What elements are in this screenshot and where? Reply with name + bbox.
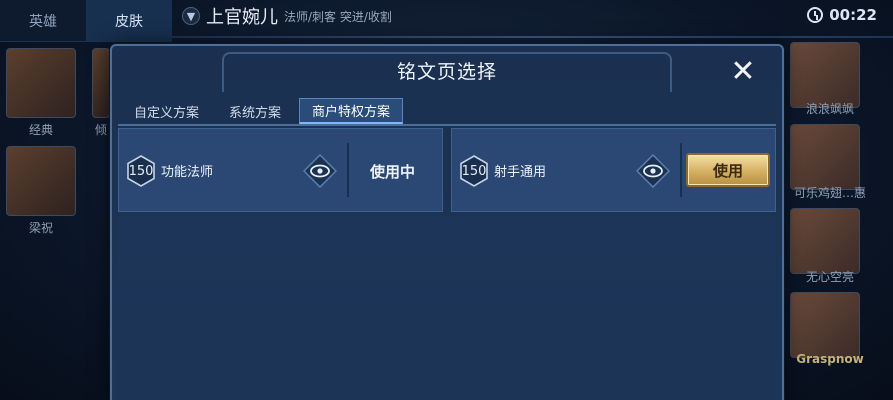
inscription-page-card[interactable]: 150 功能法师 使用中	[118, 128, 443, 212]
in-use-status: 使用中	[370, 163, 416, 181]
dialog-body	[118, 216, 776, 400]
tab-system-plans[interactable]: 系统方案	[217, 98, 293, 124]
skin-thumb[interactable]	[790, 208, 860, 274]
tab-merchant-plans[interactable]: 商户特权方案	[299, 98, 404, 124]
page-name: 功能法师	[161, 165, 214, 180]
skin-label: Graspnow	[796, 352, 864, 366]
timer-value: 00:22	[829, 6, 877, 24]
skin-thumb[interactable]	[790, 292, 860, 358]
skin-label: 无心空亮	[805, 270, 854, 284]
skin-thumb-classic[interactable]	[6, 48, 76, 118]
dialog-tabs: 自定义方案 系统方案 商户特权方案	[122, 98, 409, 124]
level-value: 150	[461, 163, 487, 179]
dialog-header: 铭文页选择	[112, 46, 782, 94]
inscription-page-dialog: 铭文页选择 ✕ 自定义方案 系统方案 商户特权方案 150 功能法师 使用中 1…	[110, 44, 784, 400]
skin-thumb[interactable]	[790, 42, 860, 108]
tabs-underline	[118, 124, 776, 126]
inscription-page-list: 150 功能法师 使用中 150 射手通用 使用	[118, 128, 776, 212]
skin-label: 浪浪飒飒	[805, 102, 854, 116]
level-badge-icon: 150	[125, 155, 157, 187]
skin-label: 可乐鸡翅…惠	[793, 186, 866, 200]
card-divider	[347, 143, 349, 197]
top-tab-bar: 英雄 皮肤	[0, 0, 172, 42]
top-divider	[172, 36, 893, 38]
eye-icon[interactable]	[636, 154, 670, 188]
skin-label: 梁祝	[28, 221, 53, 235]
countdown-timer: 00:22	[807, 4, 877, 26]
tab-heroes[interactable]: 英雄	[0, 0, 86, 42]
hero-name: 上官婉儿	[206, 7, 278, 28]
use-button[interactable]: 使用	[686, 153, 770, 187]
eye-icon[interactable]	[303, 154, 337, 188]
card-divider	[680, 143, 682, 197]
tab-skins[interactable]: 皮肤	[86, 0, 172, 42]
skin-thumb[interactable]	[92, 48, 110, 118]
clock-icon	[807, 7, 824, 23]
skin-thumb-liangzhu[interactable]	[6, 146, 76, 216]
level-badge-icon: 150	[458, 155, 490, 187]
skin-thumb[interactable]	[790, 124, 860, 190]
close-icon[interactable]: ✕	[726, 54, 760, 89]
page-name: 射手通用	[494, 165, 547, 180]
hero-roles: 法师/刺客 突进/收割	[284, 9, 392, 24]
chevron-down-icon[interactable]: ▼	[182, 7, 200, 25]
dialog-title: 铭文页选择	[396, 60, 497, 83]
inscription-page-card[interactable]: 150 射手通用 使用	[451, 128, 776, 212]
hero-header: ▼ 上官婉儿 法师/刺客 突进/收割	[182, 4, 392, 28]
level-value: 150	[128, 163, 154, 179]
tab-custom-plans[interactable]: 自定义方案	[122, 98, 211, 124]
